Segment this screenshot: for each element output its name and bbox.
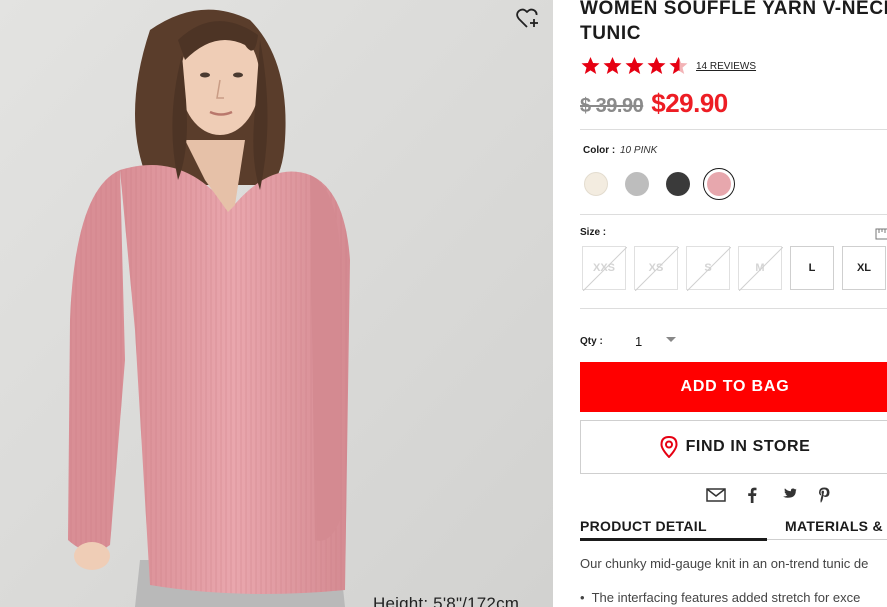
size-option-xs[interactable]: XS	[634, 246, 679, 291]
color-label: Color :	[583, 145, 616, 156]
facebook-icon[interactable]	[742, 486, 762, 504]
star-rating	[580, 56, 689, 76]
size-option-m[interactable]: M	[738, 246, 783, 291]
size-option-xxs[interactable]: XXS	[582, 246, 627, 291]
size-option-l[interactable]: L	[790, 246, 834, 290]
divider	[580, 214, 887, 215]
pinterest-icon[interactable]	[814, 486, 834, 504]
color-swatches	[580, 168, 744, 200]
share-icons	[706, 486, 834, 504]
swatch-off-white[interactable]	[580, 168, 612, 200]
location-pin-icon	[660, 436, 678, 458]
size-option-s[interactable]: S	[686, 246, 731, 291]
star-full-icon	[603, 57, 622, 74]
swatch-dark-gray[interactable]	[662, 168, 694, 200]
twitter-icon[interactable]	[778, 486, 798, 504]
add-to-bag-button[interactable]: ADD TO BAG	[580, 362, 887, 412]
star-full-icon	[647, 57, 666, 74]
find-in-store-label: FIND IN STORE	[685, 438, 811, 455]
product-photo: Height: 5'8"/172cm	[0, 0, 553, 607]
star-full-icon	[581, 57, 600, 74]
sale-price: $29.90	[651, 88, 728, 118]
size-label-text: XL	[856, 262, 872, 274]
quantity-value: 1	[635, 333, 643, 349]
original-price: $ 39.90	[580, 95, 644, 117]
product-title: WOMEN SOUFFLE YARN V-NECK TUNIC	[580, 0, 887, 46]
color-label-row: Color : 10 PINK	[583, 145, 657, 156]
swatch-pink[interactable]	[703, 168, 735, 200]
find-in-store-button[interactable]: FIND IN STORE	[580, 420, 887, 474]
mail-icon[interactable]	[706, 486, 726, 504]
star-half-icon	[669, 57, 688, 74]
tab-divider	[767, 539, 887, 540]
model-height-caption: Height: 5'8"/172cm	[373, 594, 520, 607]
model-illustration	[0, 0, 553, 607]
detail-tabs: PRODUCT DETAIL MATERIALS &	[580, 518, 887, 542]
product-title-line2: TUNIC	[580, 23, 642, 44]
selected-color-name: 10 PINK	[620, 145, 658, 156]
product-description: Our chunky mid-gauge knit in an on-trend…	[580, 556, 869, 571]
product-info-panel: WOMEN SOUFFLE YARN V-NECK TUNIC 14 REVIE…	[580, 0, 887, 607]
detail-bullet: The interfacing features added stretch f…	[580, 590, 861, 605]
wishlist-heart-icon[interactable]	[516, 8, 540, 30]
size-label-text: L	[808, 262, 816, 274]
divider	[580, 308, 887, 309]
price-block: $ 39.90 $29.90	[580, 88, 728, 119]
divider	[580, 129, 887, 130]
quantity-label: Qty :	[580, 336, 603, 347]
swatch-gray[interactable]	[621, 168, 653, 200]
size-option-xl[interactable]: XL	[842, 246, 886, 290]
product-rating: 14 REVIEWS	[580, 56, 756, 76]
size-chart-icon[interactable]	[875, 227, 887, 241]
size-label: Size :	[580, 227, 607, 238]
tab-product-detail[interactable]: PRODUCT DETAIL	[580, 518, 707, 534]
quantity-select[interactable]: 1	[630, 330, 676, 352]
star-full-icon	[625, 57, 644, 74]
reviews-link[interactable]: 14 REVIEWS	[696, 61, 756, 72]
active-tab-indicator	[580, 538, 767, 541]
size-options: XXS XS S M L XL	[582, 246, 886, 291]
tab-materials[interactable]: MATERIALS &	[785, 518, 883, 534]
chevron-down-icon	[666, 337, 676, 342]
product-title-line1: WOMEN SOUFFLE YARN V-NECK	[580, 0, 887, 19]
